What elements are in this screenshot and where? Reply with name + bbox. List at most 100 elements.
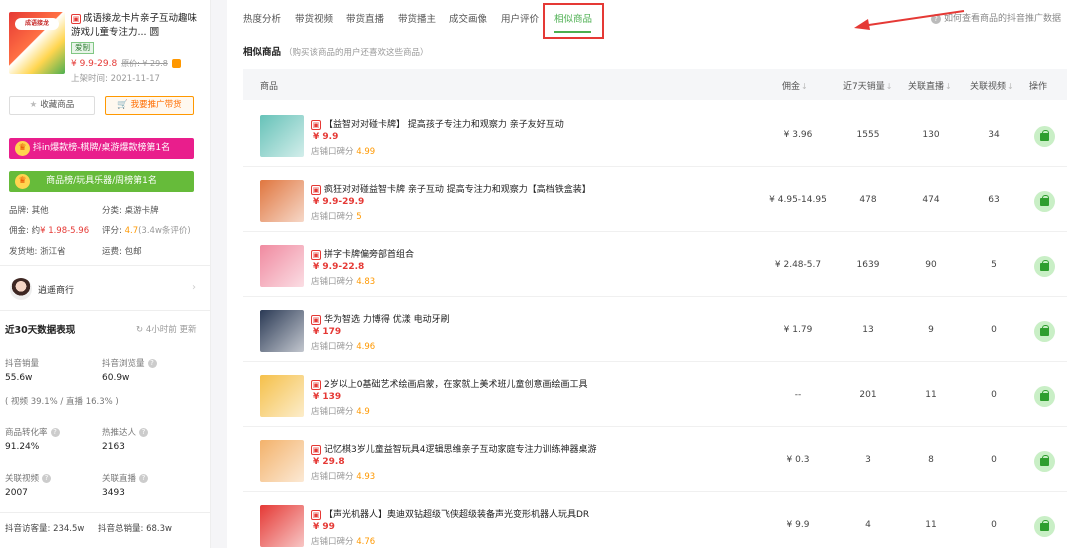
product-image[interactable] — [260, 180, 304, 222]
favorite-label: 收藏商品 — [40, 100, 75, 110]
refresh-label: 4小时前 更新 — [145, 325, 197, 335]
table-header: 商品 佣金↓ 近7天销量↓ 关联直播↓ 关联视频↓ 操作 — [243, 69, 1067, 100]
product-card: 成语接龙 ▣ 成语接龙卡片亲子互动趣味游戏儿童专注力... 圆 爱制 ¥ 9.9-… — [9, 12, 209, 84]
tab-reviews[interactable]: 用户评价 — [501, 11, 539, 25]
videos-cell: 5 — [991, 260, 997, 270]
help-icon[interactable]: ? — [42, 474, 52, 483]
table-row[interactable]: ▣ 【声光机器人】奥迪双钻超级飞侠超级装备声光变形机器人玩具DR ¥ 99 店铺口碑分… — [243, 493, 1067, 548]
table-row[interactable]: ▣ 华为智选 力博得 优漾 电动牙刷 ¥ 179 店铺口碑分 4.96 ¥ 1.79 13… — [243, 298, 1067, 362]
conversion-label: 商品转化率? — [5, 426, 60, 438]
product-price: ¥ 9.9-29.8 原价: ¥ 29.8 — [71, 58, 181, 69]
commission-label: 佣金: 约 — [9, 226, 41, 236]
product-name-text: 拼字卡牌偏旁部首组合 — [324, 250, 415, 260]
table-row[interactable]: ▣ 2岁以上0基础艺术绘画启蒙，在家就上美术班儿童创意画绘画工具 ¥ 139 店铺口碑… — [243, 363, 1067, 427]
videos-text: 关联视频 — [5, 474, 40, 484]
product-title[interactable]: ▣ 成语接龙卡片亲子互动趣味游戏儿童专注力... 圆 — [71, 12, 205, 40]
product-name-text: 疯狂对对碰益智卡牌 亲子互动 提高专注力和观察力【高档铁盒装】 — [324, 185, 591, 195]
commission-cell: ¥ 4.95-14.95 — [769, 195, 827, 205]
footer-sales: 抖音总销量: 68.3w — [98, 524, 172, 534]
refresh-status[interactable]: ↻ 4小时前 更新 — [136, 323, 196, 335]
store-pin-icon: ▣ — [311, 314, 321, 325]
sales7-cell: 201 — [859, 390, 877, 400]
product-name[interactable]: ▣ 【益智对对碰卡牌】 提高孩子专注力和观察力 亲子友好互动 — [311, 117, 564, 130]
commission-cell: ¥ 2.48-5.7 — [774, 260, 822, 270]
favorite-button[interactable]: ★ 收藏商品 — [9, 96, 95, 115]
product-name[interactable]: ▣ 拼字卡牌偏旁部首组合 — [311, 247, 414, 260]
product-price: ¥ 9.9-22.8 — [313, 262, 365, 272]
product-title-text: 成语接龙卡片亲子互动趣味游戏儿童专注力... 圆 — [71, 13, 198, 38]
add-cart-button[interactable] — [1034, 451, 1055, 472]
rating-label: 评分: — [102, 226, 122, 236]
add-cart-button[interactable] — [1034, 321, 1055, 342]
product-thumbnail[interactable]: 成语接龙 — [9, 12, 65, 74]
product-image[interactable] — [260, 440, 304, 482]
product-image[interactable] — [260, 115, 304, 157]
help-icon[interactable]: ? — [139, 428, 149, 437]
tab-heat-analysis[interactable]: 热度分析 — [243, 11, 281, 25]
promote-button[interactable]: 🛒 我要推广带货 — [105, 96, 194, 115]
add-cart-button[interactable] — [1034, 126, 1055, 147]
rank-badge-hot[interactable]: ♛ 抖in爆款榜-棋牌/桌游爆款榜第1名 — [9, 138, 194, 159]
rank-hot-label: 抖in爆款榜-棋牌/桌游爆款榜第1名 — [32, 143, 171, 153]
shop-score-value: 4.76 — [356, 537, 376, 547]
product-name-text: 【益智对对碰卡牌】 提高孩子专注力和观察力 亲子友好互动 — [324, 120, 564, 130]
add-cart-button[interactable] — [1034, 386, 1055, 407]
product-image[interactable] — [260, 310, 304, 352]
commission-value: ¥ 1.98-5.96 — [40, 226, 90, 236]
brand-attr: 品牌: 其他 — [9, 206, 49, 216]
sort-icon: ↓ — [1007, 82, 1014, 91]
product-image[interactable] — [260, 505, 304, 547]
shop-score: 店铺口碑分 4.83 — [311, 275, 375, 287]
product-image[interactable] — [260, 245, 304, 287]
add-cart-button[interactable] — [1034, 256, 1055, 277]
table-row[interactable]: ▣ 【益智对对碰卡牌】 提高孩子专注力和观察力 亲子友好互动 ¥ 9.9 店铺口碑分 … — [243, 103, 1067, 167]
add-cart-button[interactable] — [1034, 516, 1055, 537]
product-name[interactable]: ▣ 2岁以上0基础艺术绘画启蒙，在家就上美术班儿童创意画绘画工具 — [311, 377, 587, 390]
product-name[interactable]: ▣ 华为智选 力博得 优漾 电动牙刷 — [311, 312, 450, 325]
divider — [0, 310, 211, 311]
col-commission[interactable]: 佣金↓ — [782, 79, 808, 92]
tab-buyer-profile[interactable]: 成交画像 — [449, 11, 487, 25]
product-name[interactable]: ▣ 疯狂对对碰益智卡牌 亲子互动 提高专注力和观察力【高档铁盒装】 — [311, 182, 591, 195]
help-icon[interactable]: ? — [139, 474, 149, 483]
col-commission-label: 佣金 — [782, 82, 801, 92]
rank-badge-weekly[interactable]: ♛ 商品榜/玩具乐器/周榜第1名 — [9, 171, 194, 192]
stats-title: 近30天数据表现 — [5, 325, 76, 336]
promote-label: 我要推广带货 — [130, 100, 182, 110]
lives-text: 关联直播 — [102, 474, 137, 484]
commission-cell: ¥ 0.3 — [786, 455, 810, 465]
col-sales7[interactable]: 近7天销量↓ — [843, 79, 892, 92]
lives-label: 关联直播? — [102, 472, 149, 484]
main-panel: 热度分析 带货视频 带货直播 带货播主 成交画像 用户评价 相似商品 ? 如何查看… — [227, 0, 1080, 548]
shop-entry[interactable]: 逍遥商行 › — [10, 278, 200, 300]
tab-videos[interactable]: 带货视频 — [295, 11, 333, 25]
store-pin-icon: ▣ — [311, 509, 321, 520]
table-row[interactable]: ▣ 疯狂对对碰益智卡牌 亲子互动 提高专注力和观察力【高档铁盒装】 ¥ 9.9-29… — [243, 168, 1067, 232]
videos-cell: 34 — [988, 130, 1000, 140]
store-pin-icon: ▣ — [311, 184, 321, 195]
tab-streamers[interactable]: 带货播主 — [398, 11, 436, 25]
product-name[interactable]: ▣ 【声光机器人】奥迪双钻超级飞侠超级装备声光变形机器人玩具DR — [311, 507, 589, 520]
shop-score: 店铺口碑分 5 — [311, 210, 362, 222]
star-icon: ★ — [29, 100, 38, 110]
col-lives[interactable]: 关联直播↓ — [908, 79, 952, 92]
commission-attr: 佣金: 约¥ 1.98-5.96 — [9, 224, 89, 236]
lives-cell: 8 — [928, 455, 934, 465]
table-row[interactable]: ▣ 拼字卡牌偏旁部首组合 ¥ 9.9-22.8 店铺口碑分 4.83 ¥ 2.48-5.… — [243, 233, 1067, 297]
shop-score-value: 4.93 — [356, 472, 376, 482]
influencers-text: 热推达人 — [102, 428, 137, 438]
product-name[interactable]: ▣ 记忆棋3岁儿童益智玩具4逻辑思维亲子互动家庭专注力训练神器桌游 — [311, 442, 596, 455]
influencers-value: 2163 — [102, 442, 125, 452]
add-cart-button[interactable] — [1034, 191, 1055, 212]
help-icon[interactable]: ? — [147, 359, 157, 368]
store-pin-icon: ▣ — [311, 119, 321, 130]
product-name-text: 华为智选 力博得 优漾 电动牙刷 — [324, 315, 450, 325]
tab-live[interactable]: 带货直播 — [346, 11, 384, 25]
table-row[interactable]: ▣ 记忆棋3岁儿童益智玩具4逻辑思维亲子互动家庭专注力训练神器桌游 ¥ 29.8 店铺… — [243, 428, 1067, 492]
influencers-label: 热推达人? — [102, 426, 149, 438]
avatar — [10, 278, 32, 300]
product-name-text: 2岁以上0基础艺术绘画启蒙，在家就上美术班儿童创意画绘画工具 — [324, 380, 588, 390]
product-image[interactable] — [260, 375, 304, 417]
help-icon[interactable]: ? — [50, 428, 60, 437]
col-videos[interactable]: 关联视频↓ — [970, 79, 1014, 92]
